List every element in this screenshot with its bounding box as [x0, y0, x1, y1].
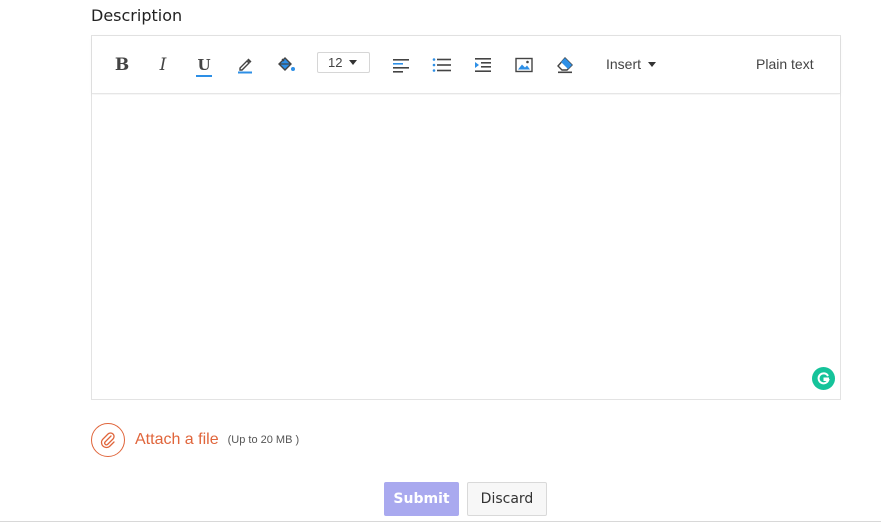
eraser-icon	[557, 56, 573, 74]
align-left-button[interactable]	[388, 53, 414, 77]
bullet-list-button[interactable]	[429, 53, 455, 77]
chevron-down-icon	[648, 61, 657, 67]
attach-file-label: Attach a file	[135, 431, 219, 448]
fill-color-button[interactable]	[273, 53, 299, 77]
bullet-list-icon	[432, 58, 451, 72]
editor-content-area[interactable]	[92, 95, 840, 399]
plain-text-toggle[interactable]: Plain text	[756, 56, 814, 72]
bold-icon: B	[114, 55, 130, 75]
underline-button[interactable]: U	[191, 53, 217, 77]
attach-file-button[interactable]: Attach a file (Up to 20 MB )	[91, 423, 299, 457]
indent-icon	[475, 58, 491, 72]
font-size-select[interactable]: 12	[317, 52, 370, 73]
insert-dropdown[interactable]: Insert	[606, 56, 657, 72]
rich-text-editor: B I U 12 Insert Plain text	[91, 35, 841, 400]
fill-color-icon	[278, 57, 295, 71]
text-color-button[interactable]	[232, 53, 258, 77]
font-size-value: 12	[328, 55, 343, 70]
paperclip-icon	[100, 432, 115, 449]
discard-button[interactable]: Discard	[467, 482, 547, 516]
italic-button[interactable]: I	[150, 53, 176, 77]
attach-size-hint: (Up to 20 MB )	[227, 434, 300, 446]
submit-button[interactable]: Submit	[384, 482, 459, 516]
grammarly-icon	[817, 372, 830, 385]
underline-icon: U	[196, 55, 212, 77]
indent-button[interactable]	[470, 53, 496, 77]
italic-icon: I	[159, 55, 167, 75]
image-icon	[515, 57, 533, 73]
chevron-down-icon	[349, 60, 358, 65]
bottom-divider	[0, 521, 881, 522]
insert-image-button[interactable]	[511, 53, 537, 77]
text-color-icon	[238, 58, 252, 74]
attach-circle	[91, 423, 125, 457]
insert-label: Insert	[606, 56, 642, 72]
editor-toolbar: B I U 12 Insert Plain text	[92, 36, 840, 94]
grammarly-button[interactable]	[812, 367, 835, 390]
clear-format-button[interactable]	[552, 53, 578, 77]
bold-button[interactable]: B	[109, 53, 135, 77]
align-left-icon	[393, 59, 409, 73]
description-label: Description	[91, 6, 183, 25]
